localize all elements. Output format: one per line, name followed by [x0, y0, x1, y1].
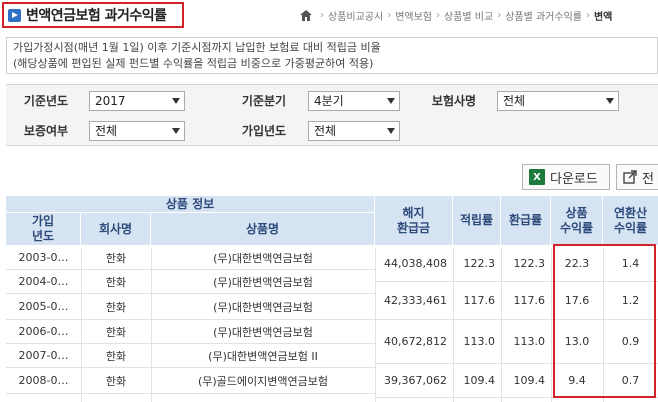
row-3-year: 2005-0… [6, 294, 81, 320]
row-6-company: 한화 [81, 368, 151, 394]
external-link-icon [623, 170, 637, 184]
row-4-year: 2006-0… [6, 320, 81, 344]
returns-table: 상품 정보 가입 년도 회사명 상품명 해지 환급금 적립률 환급률 상품 수익… [6, 196, 658, 402]
breadcrumb: › 상품비교공시 › 변액보험 › 상품별 비교 › 상품별 과거수익률 › 변… [300, 8, 658, 23]
filter-panel: 기준년도 2017 기준분기 4분기 보험사명 전체 보증여부 전체 가입년도 … [6, 84, 658, 146]
header-refund-rate[interactable]: 환급률 [501, 196, 551, 246]
page-title-box: 변액연금보험 과거수익률 [2, 2, 184, 28]
page-title: 변액연금보험 과거수익률 [26, 8, 167, 24]
value-3-surrender: 40,672,812 [375, 320, 453, 364]
value-4-return: 9.4 [551, 364, 603, 398]
row-2-year: 2004-0… [6, 270, 81, 294]
row-2-company: 한화 [81, 270, 151, 294]
header-product[interactable]: 상품명 [151, 213, 375, 246]
value-1-accum: 122.3 [453, 246, 501, 282]
export-label: 전 [642, 171, 654, 187]
row-5-product[interactable]: (무)대한변액연금보험 II [151, 344, 375, 368]
header-company[interactable]: 회사명 [81, 213, 151, 246]
description-box: 가입가정시점(매년 1월 1일) 이후 기준시점까지 납입한 보험료 대비 적립… [6, 37, 658, 74]
value-2-surrender: 42,333,461 [375, 282, 453, 320]
value-1-refund: 122.3 [501, 246, 551, 282]
row-4-product[interactable]: (무)대한변액연금보험 [151, 320, 375, 344]
header-accum-rate[interactable]: 적립률 [453, 196, 501, 246]
guarantee-label: 보증여부 [23, 124, 69, 138]
breadcrumb-item-2[interactable]: 변액보험 [395, 8, 432, 23]
header-surrender[interactable]: 해지 환급금 [375, 196, 453, 246]
home-icon[interactable] [300, 10, 312, 21]
value-4-annual: 0.7 [603, 364, 658, 398]
row-6-product[interactable]: (무)골드에이지변액연금보험 [151, 368, 375, 394]
breadcrumb-item-4[interactable]: 상품별 과거수익률 [505, 8, 582, 23]
value-2-refund: 117.6 [501, 282, 551, 320]
value-2-return: 17.6 [551, 282, 603, 320]
insurer-value: 전체 [503, 94, 526, 108]
row-5-company: 한화 [81, 344, 151, 368]
value-2-annual: 1.2 [603, 282, 658, 320]
guarantee-select[interactable]: 전체 [89, 121, 185, 141]
value-2-accum: 117.6 [453, 282, 501, 320]
row-1-company: 한화 [81, 246, 151, 270]
join-year-label: 가입년도 [241, 124, 287, 138]
value-1-surrender: 44,038,408 [375, 246, 453, 282]
value-3-refund: 113.0 [501, 320, 551, 364]
base-year-label: 기준년도 [23, 94, 69, 108]
row-4-company: 한화 [81, 320, 151, 344]
header-join-year[interactable]: 가입 년도 [6, 213, 81, 246]
value-3-return: 13.0 [551, 320, 603, 364]
value-1-annual: 1.4 [603, 246, 658, 282]
description-line-1: 가입가정시점(매년 1월 1일) 이후 기준시점까지 납입한 보험료 대비 적립… [13, 41, 381, 54]
breadcrumb-item-3[interactable]: 상품별 비교 [444, 8, 493, 23]
join-year-value: 전체 [314, 124, 337, 138]
group-header-product-info: 상품 정보 [6, 196, 375, 213]
chevron-down-icon [172, 128, 180, 134]
guarantee-value: 전체 [95, 124, 118, 138]
row-6-year: 2008-0… [6, 368, 81, 394]
row-1-product[interactable]: (무)대한변액연금보험 [151, 246, 375, 270]
chevron-down-icon [606, 98, 614, 104]
base-quarter-select[interactable]: 4분기 [308, 91, 400, 111]
insurer-label: 보험사명 [431, 94, 477, 108]
download-button[interactable]: X 다운로드 [522, 164, 610, 190]
value-4-refund: 109.4 [501, 364, 551, 398]
header-annual-return[interactable]: 연환산 수익률 [603, 196, 658, 246]
base-quarter-label: 기준분기 [241, 94, 287, 108]
breadcrumb-item-1[interactable]: 상품비교공시 [328, 8, 383, 23]
description-line-2: (해당상품에 편입된 실제 펀드별 수익률을 적립금 비중으로 가중평균하여 적… [13, 57, 374, 70]
row-3-company: 한화 [81, 294, 151, 320]
base-year-value: 2017 [95, 94, 126, 108]
play-arrow-icon [8, 8, 21, 22]
download-label: 다운로드 [550, 171, 598, 187]
base-year-select[interactable]: 2017 [89, 91, 185, 111]
row-5-year: 2007-0… [6, 344, 81, 368]
value-3-accum: 113.0 [453, 320, 501, 364]
base-quarter-value: 4분기 [314, 94, 344, 108]
value-3-annual: 0.9 [603, 320, 658, 364]
chevron-down-icon [387, 128, 395, 134]
breadcrumb-item-current: 변액 [593, 12, 613, 23]
row-2-product[interactable]: (무)대한변액연금보험 [151, 270, 375, 294]
insurer-select[interactable]: 전체 [497, 91, 619, 111]
row-3-product[interactable]: (무)대한변액연금보험 [151, 294, 375, 320]
value-4-accum: 109.4 [453, 364, 501, 398]
value-4-surrender: 39,367,062 [375, 364, 453, 398]
chevron-down-icon [172, 98, 180, 104]
chevron-down-icon [387, 98, 395, 104]
row-1-year: 2003-0… [6, 246, 81, 270]
excel-icon: X [529, 169, 545, 185]
export-button[interactable]: 전 [616, 164, 658, 190]
join-year-select[interactable]: 전체 [308, 121, 400, 141]
header-product-return[interactable]: 상품 수익률 [551, 196, 603, 246]
value-1-return: 22.3 [551, 246, 603, 282]
